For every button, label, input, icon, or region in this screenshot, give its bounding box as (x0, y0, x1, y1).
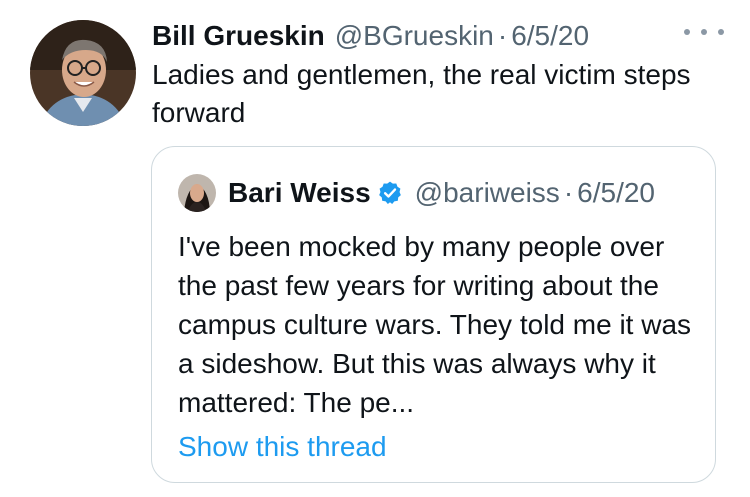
tweet: Bill Grueskin @BGrueskin · 6/5/20 Ladies… (0, 0, 750, 497)
show-thread-link[interactable]: Show this thread (178, 427, 387, 467)
quoted-author-name[interactable]: Bari Weiss (228, 173, 371, 213)
separator: · (563, 177, 574, 208)
more-dot (718, 29, 724, 35)
quoted-author-avatar[interactable] (178, 174, 216, 212)
more-horizontal-icon[interactable] (684, 22, 724, 42)
tweet-header: Bill Grueskin @BGrueskin · 6/5/20 (152, 16, 589, 56)
quoted-tweet-date[interactable]: 6/5/20 (577, 173, 655, 213)
more-dot (701, 29, 707, 35)
quoted-author-handle[interactable]: @bariweiss (415, 173, 560, 213)
verified-badge-icon (377, 180, 403, 206)
quoted-tweet-text: I've been mocked by many people over the… (178, 231, 692, 418)
author-name[interactable]: Bill Grueskin (152, 16, 325, 56)
quoted-tweet[interactable]: Bari Weiss @bariweiss · 6/5/20 I've been… (151, 146, 716, 483)
tweet-text: Ladies and gentlemen, the real victim st… (152, 59, 691, 128)
separator: · (497, 20, 508, 51)
quoted-tweet-header: Bari Weiss @bariweiss · 6/5/20 (228, 173, 655, 213)
author-handle[interactable]: @BGrueskin (335, 16, 494, 56)
tweet-date[interactable]: 6/5/20 (511, 16, 589, 56)
more-dot (684, 29, 690, 35)
author-avatar[interactable] (30, 20, 136, 126)
